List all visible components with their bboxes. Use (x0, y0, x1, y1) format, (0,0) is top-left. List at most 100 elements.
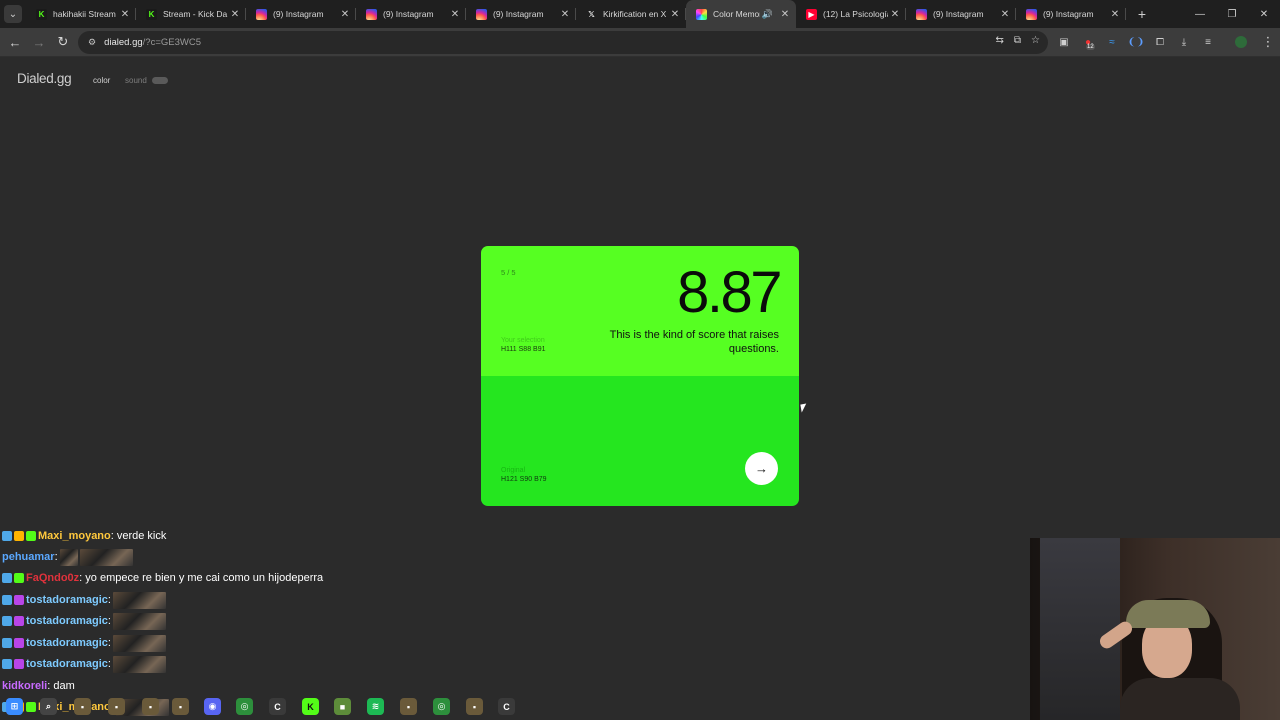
extensions-puzzle-icon[interactable]: ⧠ (1148, 33, 1172, 51)
round-counter: 5 / 5 (501, 268, 516, 277)
chat-username[interactable]: FaQndo0z (26, 572, 79, 584)
tab-close-icon[interactable]: ✕ (888, 9, 902, 20)
tab-close-icon[interactable]: ✕ (558, 9, 572, 20)
score-verdict: This is the kind of score that raises qu… (609, 329, 779, 355)
selection-value: H111 S88 B91 (501, 346, 546, 353)
download-icon[interactable]: ⤓ (1172, 33, 1196, 51)
taskbar-app-icon[interactable]: ▪ (142, 698, 159, 715)
media-control-icon[interactable]: ≡ (1196, 33, 1220, 51)
chat-message: tostadoramagic: (2, 654, 166, 674)
taskbar-refresh-app-icon[interactable]: C (498, 698, 515, 715)
back-arrow-icon[interactable]: ← (3, 30, 27, 54)
taskbar-discord-icon[interactable]: ◉ (204, 698, 221, 715)
youtube-icon: ▶ (806, 8, 817, 20)
sword-badge-icon (2, 659, 12, 669)
extension-icon[interactable]: ≈ (1100, 33, 1124, 51)
chat-message: pehuamar: (2, 547, 133, 567)
taskbar-spotify-icon[interactable]: ≋ (367, 698, 384, 715)
purple-badge-icon (14, 659, 24, 669)
tab-close-icon[interactable]: ✕ (1108, 9, 1122, 20)
webcam-overlay (1030, 538, 1280, 720)
omnibox-actions: ⇆ ⧉ ☆ (996, 35, 1041, 46)
profile-avatar[interactable] (1235, 36, 1247, 48)
reload-icon[interactable]: ↻ (51, 30, 75, 54)
taskbar-windows-icon[interactable]: ⊞ (6, 698, 23, 715)
taskbar-app-icon[interactable]: ▪ (172, 698, 189, 715)
extension-icon[interactable]: ❨❩ (1124, 33, 1148, 51)
browser-tab[interactable]: K Stream - Kick Da ✕ (136, 0, 246, 28)
tab-close-icon[interactable]: ✕ (778, 9, 792, 20)
next-button[interactable]: → (745, 452, 778, 485)
browser-tab[interactable]: (9) Instagram ✕ (1016, 0, 1126, 28)
tab-close-icon[interactable]: ✕ (338, 9, 352, 20)
taskbar-app-icon[interactable]: ▪ (400, 698, 417, 715)
tab-close-icon[interactable]: ✕ (998, 9, 1012, 20)
tab-close-icon[interactable]: ✕ (668, 9, 682, 20)
kick-icon: K (146, 8, 157, 20)
browser-tab[interactable]: (9) Instagram ✕ (246, 0, 356, 28)
taskbar-app-icon[interactable]: ▪ (108, 698, 125, 715)
translate-icon[interactable]: ⇆ (996, 35, 1004, 46)
forward-arrow-icon[interactable]: → (27, 30, 51, 54)
taskbar-app-icon[interactable]: ▪ (74, 698, 91, 715)
instagram-icon (916, 8, 927, 20)
chat-username[interactable]: kidkoreli (2, 680, 47, 692)
tab-close-icon[interactable]: ✕ (228, 9, 242, 20)
taskbar-chrome-icon[interactable]: ◎ (433, 698, 450, 715)
tab-strip: ⌄ Khakihakii Stream ✕ K Stream - Kick Da ✕ (9… (0, 0, 1280, 28)
extension-icon[interactable]: ▣ (1052, 33, 1076, 51)
chat-username[interactable]: tostadoramagic (26, 658, 108, 670)
sword-badge-icon (2, 573, 12, 583)
browser-tab[interactable]: Color Memory🔊 ✕ (686, 0, 796, 28)
instagram-icon (476, 8, 487, 20)
sword-badge-icon (2, 616, 12, 626)
tab-title: hakihakii Stream (53, 9, 116, 19)
nav-color-link[interactable]: color (93, 76, 110, 85)
crown-badge-icon (14, 531, 24, 541)
minimize-icon[interactable]: — (1184, 0, 1216, 28)
chat-username[interactable]: tostadoramagic (26, 615, 108, 627)
browser-tab[interactable]: ▶ (12) La Psicología ✕ (796, 0, 906, 28)
sub-badge-icon (26, 531, 36, 541)
chat-username[interactable]: tostadoramagic (26, 594, 108, 606)
browser-tab[interactable]: (9) Instagram ✕ (356, 0, 466, 28)
browser-tab[interactable]: 𝕏 Kirkification en X ✕ (576, 0, 686, 28)
tab-audio-icon[interactable]: 🔊 (762, 9, 773, 20)
selection-swatch: 5 / 5 8.87 This is the kind of score tha… (481, 246, 799, 376)
purple-badge-icon (14, 616, 24, 626)
taskbar-refresh-app-icon[interactable]: C (269, 698, 286, 715)
taskbar-minecraft-icon[interactable]: ■ (334, 698, 351, 715)
more-menu-icon[interactable]: ⋮ (1256, 30, 1280, 54)
chat-username[interactable]: Maxi_moyano (38, 530, 111, 542)
chat-emote-image (112, 591, 166, 609)
bookmark-star-icon[interactable]: ☆ (1031, 35, 1040, 46)
extensions-bar: ▣ ● ≈ ❨❩ ⧠ ⤓ ≡ (1052, 33, 1220, 51)
tab-close-icon[interactable]: ✕ (448, 9, 462, 20)
browser-tab[interactable]: Khakihakii Stream ✕ (26, 0, 136, 28)
chat-emote-image (59, 548, 78, 566)
tab-search-chevron-icon[interactable]: ⌄ (4, 5, 22, 23)
new-tab-plus-icon[interactable]: + (1130, 6, 1154, 22)
chat-emote-image (112, 612, 166, 630)
chat-username[interactable]: tostadoramagic (26, 637, 108, 649)
chat-text: : (54, 551, 58, 563)
site-logo[interactable]: Dialed.gg (17, 71, 72, 86)
taskbar-chrome-icon[interactable]: ◎ (236, 698, 253, 715)
taskbar-app-icon[interactable]: ▪ (466, 698, 483, 715)
address-bar[interactable]: ⚙ dialed.gg /?c=GE3WC5 ⇆ ⧉ ☆ (78, 31, 1048, 54)
restore-icon[interactable]: ❐ (1216, 0, 1248, 28)
tab-close-icon[interactable]: ✕ (118, 9, 132, 20)
taskbar-kick-icon[interactable]: K (302, 698, 319, 715)
browser-tab[interactable]: (9) Instagram ✕ (466, 0, 576, 28)
arrow-right-icon: → (755, 461, 768, 476)
instagram-icon (366, 8, 377, 20)
close-window-icon[interactable]: ✕ (1248, 0, 1280, 28)
taskbar-search-icon[interactable]: ⌕ (40, 698, 57, 715)
site-info-icon[interactable]: ⚙ (88, 37, 96, 48)
chat-text: : (107, 637, 111, 649)
tab-title: (9) Instagram (493, 9, 544, 19)
chat-username[interactable]: pehuamar (2, 551, 55, 563)
sound-toggle[interactable] (152, 77, 168, 84)
install-app-icon[interactable]: ⧉ (1014, 35, 1021, 46)
browser-tab[interactable]: (9) Instagram ✕ (906, 0, 1016, 28)
